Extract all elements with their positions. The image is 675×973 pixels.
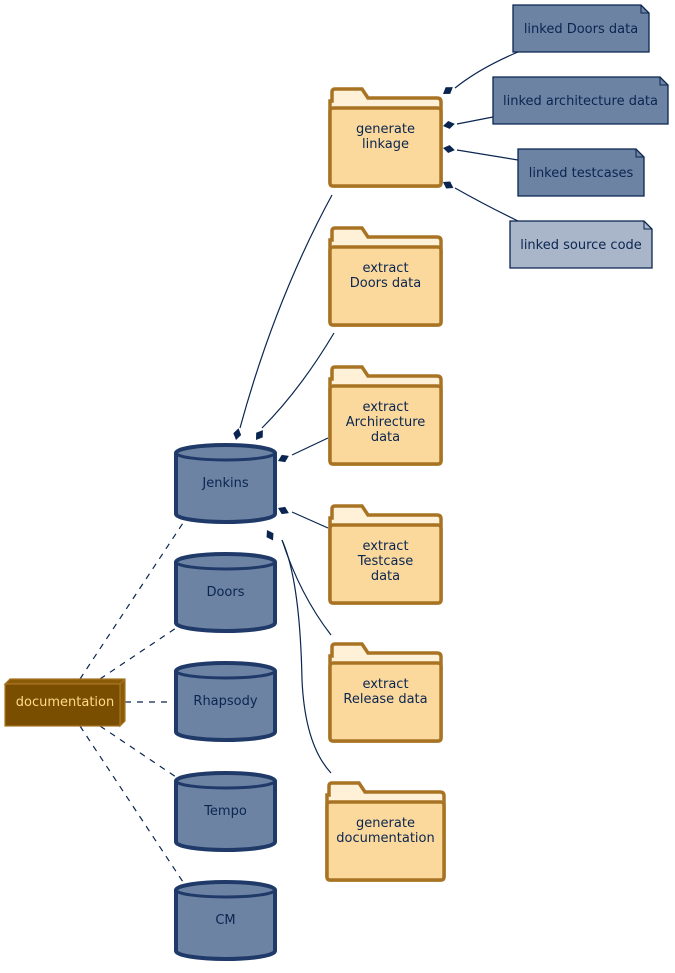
folder-extract-arch[interactable]: extractArchirecturedata — [328, 365, 443, 466]
folder-label: generate — [356, 816, 415, 831]
edge-linkage-arch — [456, 116, 494, 125]
folder-label: extract — [362, 539, 408, 554]
folder-label: linkage — [362, 137, 409, 152]
edge-linkage-testcases — [456, 149, 519, 161]
note-label: linked testcases — [529, 166, 634, 181]
database-doors[interactable]: Doors — [174, 552, 277, 633]
note-label: linked Doors data — [524, 22, 638, 37]
folder-gen-linkage[interactable]: generatelinkage — [328, 87, 443, 188]
database-cm[interactable]: CM — [174, 880, 277, 961]
note-0[interactable]: linked Doors data — [512, 4, 650, 53]
composition-diamond — [443, 87, 453, 94]
folder-label: extract — [362, 400, 408, 415]
edge-linkage-source — [454, 187, 519, 222]
composition-diamond — [266, 530, 274, 541]
dependency-documentation-tempo — [99, 725, 177, 778]
composition-diamond — [443, 181, 454, 189]
edge-jenkins-doorsdata — [261, 332, 335, 429]
folder-extract-testcase[interactable]: extractTestcasedata — [328, 504, 443, 605]
database-rhapsody[interactable]: Rhapsody — [174, 661, 277, 742]
folder-label: generate — [356, 122, 415, 137]
note-label: linked architecture data — [503, 94, 658, 109]
folder-label: Testcase — [357, 554, 414, 569]
database-label: CM — [215, 913, 235, 928]
folder-label: Release data — [343, 692, 427, 707]
dependency-documentation-doors — [99, 627, 177, 680]
composition-diamond — [443, 145, 455, 153]
database-label: Jenkins — [201, 476, 248, 491]
composition-diamond — [256, 430, 263, 440]
folder-gen-doc[interactable]: generatedocumentation — [325, 781, 446, 882]
dependency-documentation-cm — [79, 725, 184, 883]
database-tempo[interactable]: Tempo — [174, 771, 277, 852]
composition-diamond — [233, 428, 242, 440]
edge-jenkins-arch — [291, 437, 329, 456]
folder-extract-release[interactable]: extractRelease data — [328, 642, 443, 743]
folder-extract-doors[interactable]: extractDoors data — [328, 226, 443, 327]
edge-jenkins-gendoc — [281, 539, 332, 774]
database-label: Tempo — [203, 804, 247, 819]
node-documentation[interactable]: documentation — [3, 678, 126, 728]
composition-diamond — [278, 506, 289, 515]
note-1[interactable]: linked architecture data — [492, 76, 669, 125]
composition-diamond — [443, 121, 455, 129]
note-2[interactable]: linked testcases — [517, 148, 645, 197]
folder-label: data — [371, 430, 400, 445]
composition-diamond — [278, 454, 289, 463]
dependency-documentation-jenkins — [79, 522, 184, 680]
node-label: documentation — [16, 695, 114, 710]
folder-label: extract — [362, 261, 408, 276]
database-jenkins[interactable]: Jenkins — [174, 443, 277, 524]
database-label: Rhapsody — [193, 694, 257, 709]
note-label: linked source code — [520, 238, 642, 253]
folder-label: Archirecture — [346, 415, 426, 430]
diagram: generatelinkageextractDoors dataextractA… — [3, 4, 669, 961]
folder-label: Doors data — [350, 276, 421, 291]
edge-jenkins-testcase — [291, 511, 329, 529]
folder-label: data — [371, 569, 400, 584]
folder-label: documentation — [336, 831, 434, 846]
note-3[interactable]: linked source code — [509, 220, 653, 269]
edge-jenkins-genlinkage — [239, 194, 333, 429]
edge-jenkins-release — [281, 539, 332, 636]
folder-label: extract — [362, 677, 408, 692]
database-label: Doors — [206, 585, 244, 600]
